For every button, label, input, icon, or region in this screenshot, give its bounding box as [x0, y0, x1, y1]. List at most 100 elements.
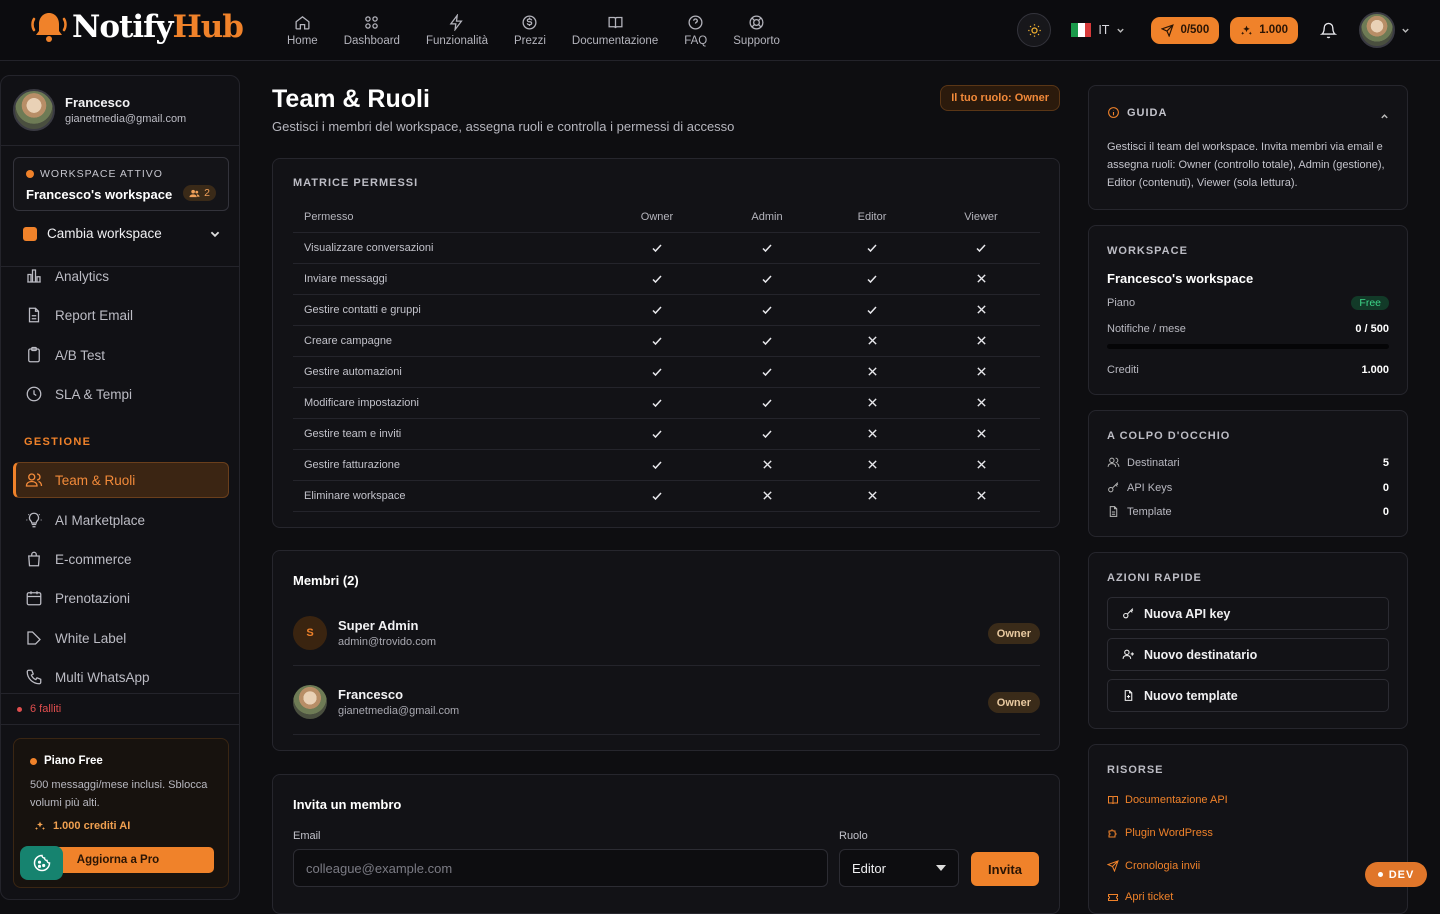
check-icon	[867, 244, 877, 252]
user-menu[interactable]	[1359, 12, 1410, 48]
resource-link-history[interactable]: Cronologia invii	[1107, 860, 1200, 872]
theme-toggle-button[interactable]	[1017, 13, 1052, 47]
nav-funzionalita[interactable]: Funzionalità	[413, 0, 501, 60]
quota-pill[interactable]: 0/500	[1151, 16, 1220, 44]
glance-heading: A COLPO D'OCCHIO	[1107, 430, 1231, 442]
divider	[1, 693, 239, 694]
permission-cell	[822, 356, 922, 388]
logo[interactable]: NotifyHub	[28, 9, 244, 45]
notifications-progress-bar	[1107, 344, 1389, 349]
switch-workspace-button[interactable]: Cambia workspace	[23, 226, 221, 241]
credits-value: 1.000	[1361, 364, 1389, 376]
new-recipient-button[interactable]: Nuovo destinatario	[1107, 638, 1389, 671]
nav-home[interactable]: Home	[274, 0, 331, 60]
ticket-icon	[1108, 894, 1118, 901]
chevron-up-icon[interactable]	[1380, 112, 1389, 121]
permission-row: Inviare messaggi	[293, 263, 1040, 295]
permission-cell	[822, 480, 922, 512]
credits-pill[interactable]: 1.000	[1230, 16, 1298, 44]
lightbulb-icon	[26, 512, 42, 528]
cookie-icon	[33, 854, 50, 872]
active-workspace-label: WORKSPACE ATTIVO	[40, 168, 163, 180]
plan-badge: Free	[1351, 296, 1389, 310]
italy-flag-icon	[1071, 23, 1092, 37]
workspace-heading: WORKSPACE	[1107, 245, 1188, 257]
sidebar: Francesco gianetmedia@gmail.com WORKSPAC…	[0, 75, 240, 900]
cross-icon	[867, 336, 877, 345]
permission-row: Gestire fatturazione	[293, 449, 1040, 481]
permission-cell	[822, 263, 922, 295]
notifications-label: Notifiche / mese	[1107, 323, 1186, 335]
resource-link-label: Cronologia invii	[1125, 860, 1201, 872]
active-workspace[interactable]: WORKSPACE ATTIVO Francesco's workspace 2	[13, 157, 229, 211]
cross-icon	[976, 367, 986, 376]
new-api-key-button[interactable]: Nuova API key	[1107, 597, 1389, 630]
permission-cell	[922, 294, 1040, 326]
permission-cell	[922, 263, 1040, 295]
notifications-button[interactable]	[1320, 22, 1337, 39]
sidebar-item-ai-marketplace[interactable]: AI Marketplace	[13, 502, 229, 538]
page-subtitle: Gestisci i membri del workspace, assegna…	[272, 119, 735, 134]
check-icon	[652, 492, 662, 500]
sidebar-item-sla[interactable]: SLA & Tempi	[13, 376, 229, 412]
failed-status[interactable]: 6 falliti	[17, 703, 61, 715]
resource-link-label: Plugin WordPress	[1125, 827, 1213, 839]
permission-cell	[822, 325, 922, 357]
permission-cell	[822, 418, 922, 450]
workspace-card: WORKSPACE Francesco's workspace Piano Fr…	[1088, 225, 1408, 395]
cross-icon	[976, 491, 986, 500]
members-card: Membri (2) S Super Admin admin@trovido.c…	[272, 550, 1060, 751]
permissions-matrix-card: MATRICE PERMESSI Permesso Owner Admin Ed…	[272, 158, 1060, 528]
plan-credits-value: 1.000	[53, 820, 81, 832]
book-icon	[1108, 796, 1118, 805]
help-icon	[688, 14, 703, 30]
member-row[interactable]: S Super Admin admin@trovido.com Owner	[293, 608, 1040, 666]
sidebar-item-analytics[interactable]: Analytics	[13, 258, 229, 294]
nav-faq[interactable]: FAQ	[671, 0, 720, 60]
sidebar-item-white-label[interactable]: White Label	[13, 620, 229, 656]
member-name: Francesco	[338, 687, 404, 702]
language-selector[interactable]: IT	[1071, 23, 1125, 37]
cross-icon	[976, 460, 986, 469]
nav-supporto[interactable]: Supporto	[720, 0, 793, 60]
member-email: gianetmedia@gmail.com	[338, 705, 460, 717]
plan-dot	[30, 757, 37, 765]
permission-row: Gestire team e inviti	[293, 418, 1040, 450]
resource-link-api-docs[interactable]: Documentazione API	[1107, 794, 1228, 806]
invite-button[interactable]: Invita	[971, 852, 1039, 886]
cross-icon	[976, 398, 986, 407]
sidebar-item-label: Team & Ruoli	[55, 472, 136, 488]
member-row[interactable]: Francesco gianetmedia@gmail.com Owner	[293, 677, 1040, 735]
sidebar-item-report-email[interactable]: Report Email	[13, 297, 229, 333]
nav-dashboard-label: Dashboard	[343, 34, 400, 47]
nav-home-label: Home	[287, 34, 318, 47]
members-heading: Membri (2)	[293, 573, 359, 588]
column-header: Editor	[822, 203, 922, 233]
file-plus-icon	[1124, 690, 1133, 701]
sidebar-item-prenotazioni[interactable]: Prenotazioni	[13, 580, 229, 616]
resource-link-wordpress[interactable]: Plugin WordPress	[1107, 827, 1213, 839]
sidebar-item-label: White Label	[55, 630, 127, 646]
email-input[interactable]: colleague@example.com	[293, 849, 828, 887]
permission-label: Visualizzare conversazioni	[293, 232, 602, 264]
sidebar-item-ecommerce[interactable]: E-commerce	[13, 541, 229, 577]
language-code: IT	[1098, 23, 1110, 37]
sidebar-item-multi-whatsapp[interactable]: Multi WhatsApp	[13, 659, 229, 695]
new-template-button[interactable]: Nuovo template	[1107, 679, 1389, 712]
guide-card: GUIDA Gestisci il team del workspace. In…	[1088, 85, 1408, 210]
check-icon	[652, 337, 662, 345]
resource-link-ticket[interactable]: Apri ticket	[1107, 891, 1173, 903]
nav-documentazione[interactable]: Documentazione	[559, 0, 671, 60]
nav-dashboard[interactable]: Dashboard	[331, 0, 413, 60]
bell-icon	[1320, 22, 1337, 38]
nav-prezzi[interactable]: Prezzi	[501, 0, 559, 60]
cookie-settings-button[interactable]	[20, 846, 63, 880]
sidebar-item-team-ruoli[interactable]: Team & Ruoli	[13, 462, 229, 498]
avatar	[13, 89, 55, 131]
shopping-bag-icon	[28, 551, 40, 567]
role-select[interactable]: Editor	[839, 849, 959, 887]
divider	[1, 724, 239, 725]
plan-title: Piano Free	[44, 755, 103, 767]
sidebar-item-ab-test[interactable]: A/B Test	[13, 337, 229, 373]
dev-badge[interactable]: DEV	[1365, 862, 1427, 887]
